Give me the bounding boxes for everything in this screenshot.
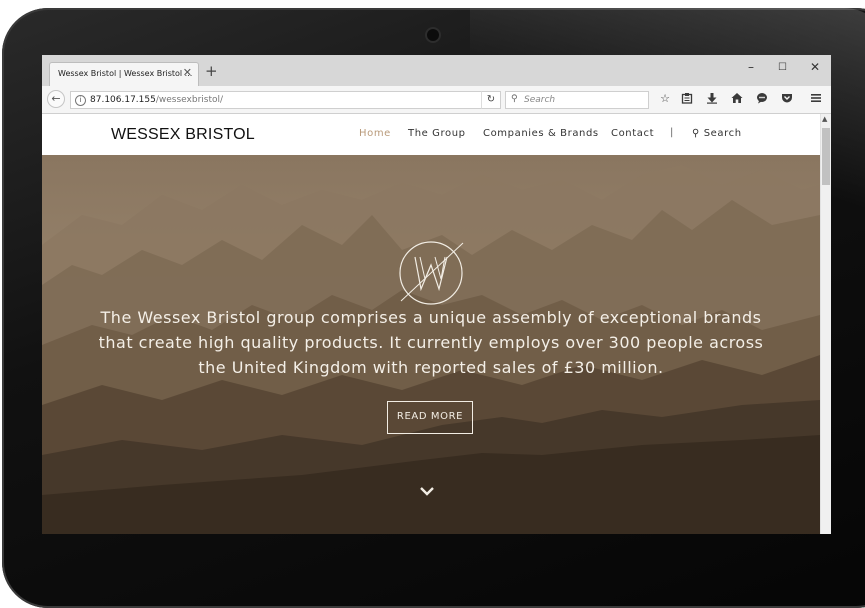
- tab-title: Wessex Bristol | Wessex Bristol ...: [58, 69, 193, 78]
- camera-icon: [425, 27, 441, 43]
- nav-companies-brands[interactable]: Companies & Brands: [483, 128, 599, 139]
- nav-contact[interactable]: Contact: [611, 128, 654, 139]
- search-icon: ⚲: [511, 94, 518, 104]
- maximize-button[interactable]: ☐: [778, 61, 787, 75]
- reload-button[interactable]: ↻: [481, 91, 501, 109]
- download-icon[interactable]: [705, 92, 719, 106]
- chevron-down-icon[interactable]: [419, 485, 435, 497]
- nav-search-link[interactable]: ⚲ Search: [692, 128, 742, 139]
- bookmark-star-icon[interactable]: ☆: [658, 92, 672, 106]
- nav-home[interactable]: Home: [359, 128, 391, 139]
- url-path: /wessexbristol/: [155, 95, 224, 105]
- brand-monogram-icon: [399, 241, 464, 305]
- chat-icon[interactable]: [755, 92, 769, 106]
- site-header: WESSEX BRISTOL Home The Group Companies …: [42, 114, 820, 155]
- read-more-button[interactable]: READ MORE: [387, 401, 473, 434]
- url-host: 87.106.17.155: [90, 95, 156, 105]
- browser-window: Wessex Bristol | Wessex Bristol ... ✕ + …: [42, 55, 831, 534]
- web-page: WESSEX BRISTOL Home The Group Companies …: [42, 114, 820, 534]
- tab-close-icon[interactable]: ✕: [183, 67, 192, 79]
- scrollbar-thumb[interactable]: [822, 128, 830, 185]
- search-icon: ⚲: [692, 128, 704, 139]
- nav-separator: |: [670, 127, 674, 138]
- browser-search-input[interactable]: ⚲ Search: [505, 91, 649, 109]
- scroll-up-icon[interactable]: ▲: [822, 115, 827, 123]
- navigation-toolbar: ← i 87.106.17.155/wessexbristol/ ↻ ⚲ Sea…: [42, 86, 831, 114]
- hero-line-3: the United Kingdom with reported sales o…: [198, 358, 664, 377]
- minimize-button[interactable]: –: [748, 60, 754, 74]
- reload-icon: ↻: [486, 94, 496, 105]
- tab-wessex-bristol[interactable]: Wessex Bristol | Wessex Bristol ... ✕: [49, 62, 199, 86]
- url-text[interactable]: 87.106.17.155/wessexbristol/: [90, 95, 223, 105]
- pocket-icon[interactable]: [780, 92, 794, 106]
- clipboard-icon[interactable]: [680, 92, 694, 106]
- page-scrollbar[interactable]: ▲: [820, 114, 831, 534]
- hero-line-2: that create high quality products. It cu…: [98, 333, 764, 352]
- close-window-button[interactable]: ✕: [810, 60, 820, 74]
- menu-icon[interactable]: [809, 92, 823, 106]
- tablet-device: Wessex Bristol | Wessex Bristol ... ✕ + …: [0, 0, 865, 608]
- hero-section: The Wessex Bristol group comprises a uni…: [42, 155, 820, 534]
- site-logo[interactable]: WESSEX BRISTOL: [111, 126, 255, 144]
- search-placeholder: Search: [524, 95, 556, 105]
- back-button[interactable]: ←: [47, 90, 65, 108]
- back-arrow-icon: ←: [51, 92, 61, 105]
- tab-bar: Wessex Bristol | Wessex Bristol ... ✕ + …: [42, 55, 831, 86]
- nav-the-group[interactable]: The Group: [408, 128, 466, 139]
- hero-line-1: The Wessex Bristol group comprises a uni…: [100, 308, 762, 327]
- address-bar[interactable]: i 87.106.17.155/wessexbristol/: [70, 91, 498, 109]
- home-icon[interactable]: [730, 92, 744, 106]
- nav-search-label: Search: [703, 128, 742, 139]
- site-info-icon[interactable]: i: [75, 95, 86, 106]
- hero-description: The Wessex Bristol group comprises a uni…: [94, 305, 768, 380]
- new-tab-button[interactable]: +: [205, 64, 218, 79]
